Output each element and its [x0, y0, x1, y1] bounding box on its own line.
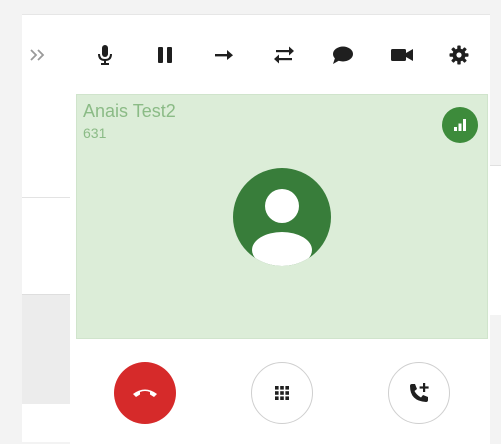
right-edge [490, 0, 501, 444]
signal-bars-icon [454, 119, 466, 131]
call-quality-indicator[interactable] [442, 107, 478, 143]
caller-number: 631 [83, 125, 107, 141]
double-chevron-right-icon [30, 49, 45, 61]
phone-add-icon [410, 383, 429, 402]
left-gray-section [22, 294, 70, 404]
more-button[interactable] [22, 39, 54, 71]
swap-arrows-icon [274, 46, 294, 64]
call-toolbar [22, 14, 490, 94]
hold-button[interactable] [149, 39, 181, 71]
settings-button[interactable] [443, 39, 475, 71]
chat-button[interactable] [327, 39, 359, 71]
left-content-card [22, 92, 70, 442]
video-button[interactable] [386, 39, 418, 71]
video-camera-icon [391, 49, 413, 61]
gear-icon [449, 45, 469, 65]
caller-name: Anais Test2 [83, 101, 176, 121]
call-info-area: Anais Test2 631 [76, 94, 488, 339]
dialpad-icon [275, 386, 289, 400]
dialpad-button[interactable] [251, 362, 313, 424]
active-call-panel: Anais Test2 631 [70, 94, 490, 444]
arrow-right-icon [215, 50, 233, 60]
add-call-button[interactable] [388, 362, 450, 424]
divider [22, 197, 70, 198]
caller-avatar [233, 168, 331, 266]
pause-icon [158, 47, 172, 63]
phone-hangup-icon [133, 389, 157, 397]
call-controls [70, 339, 490, 444]
forward-button[interactable] [208, 39, 240, 71]
softphone-window: Anais Test2 631 [0, 0, 501, 444]
hangup-button[interactable] [114, 362, 176, 424]
chat-bubble-icon [333, 46, 353, 64]
right-edge-card [490, 165, 501, 315]
mute-button[interactable] [89, 39, 121, 71]
transfer-button[interactable] [268, 39, 300, 71]
microphone-icon [98, 45, 112, 65]
person-avatar-icon [252, 189, 312, 266]
